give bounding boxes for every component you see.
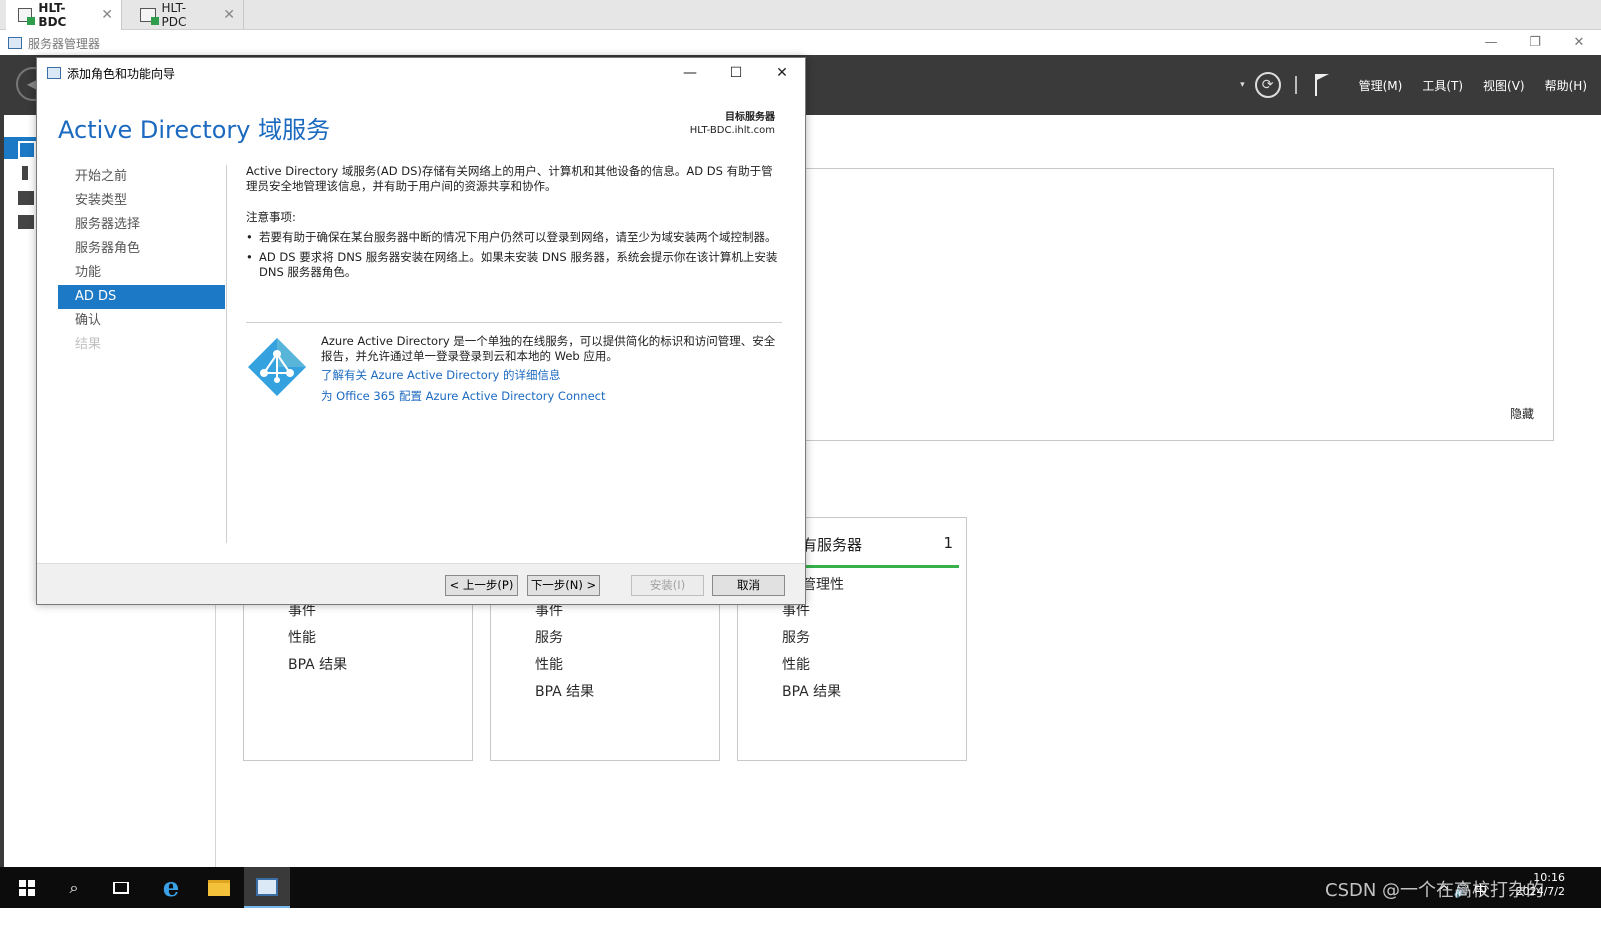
azure-ad-section: Azure Active Directory 是一个单独的在线服务，可以提供简化… (321, 334, 783, 404)
server-manager-icon (256, 877, 278, 896)
learn-azure-ad-link[interactable]: 了解有关 Azure Active Directory 的详细信息 (321, 368, 783, 383)
install-button: 安装(I) (631, 575, 704, 596)
add-roles-wizard-dialog: 添加角色和功能向导 — ☐ ✕ Active Directory 域服务 目标服… (36, 57, 806, 605)
wizard-title: 添加角色和功能向导 (67, 66, 176, 81)
step-installation-type[interactable]: 安装类型 (58, 189, 225, 213)
task-view-button[interactable] (98, 867, 144, 908)
wizard-window-controls: — ☐ ✕ (667, 58, 805, 88)
bottom-margin (0, 908, 1601, 928)
step-before-you-begin[interactable]: 开始之前 (58, 165, 225, 189)
step-features[interactable]: 功能 (58, 261, 225, 285)
window-controls: — ❐ ✕ (1469, 31, 1601, 55)
vm-console-icon (140, 8, 158, 25)
tile-item[interactable]: 性能 (782, 654, 841, 681)
target-server: 目标服务器 HLT-BDC.ihlt.com (690, 111, 775, 137)
start-button[interactable] (4, 867, 50, 908)
wizard-maximize-button[interactable]: ☐ (713, 58, 759, 88)
note-text: AD DS 要求将 DNS 服务器安装在网络上。如果未安装 DNS 服务器，系统… (259, 250, 778, 279)
menu-help[interactable]: 帮助(H) (1545, 77, 1587, 94)
watermark: CSDN @一个在高校打杂的 (1325, 880, 1545, 901)
window-title: 服务器管理器 (28, 36, 101, 51)
tile-item[interactable]: BPA 结果 (535, 681, 594, 708)
step-results: 结果 (75, 337, 102, 352)
tab-close-icon[interactable]: ✕ (101, 7, 113, 23)
task-view-icon (113, 881, 129, 894)
note-item: • 若要有助于确保在某台服务器中断的情况下用户仍然可以登录到网络，请至少为域安装… (246, 230, 777, 244)
notes-title: 注意事项: (246, 210, 296, 224)
wizard-page-heading: Active Directory 域服务 (58, 116, 331, 144)
restore-button[interactable]: ❐ (1513, 31, 1557, 55)
note-text: 若要有助于确保在某台服务器中断的情况下用户仍然可以登录到网络，请至少为域安装两个… (259, 230, 777, 244)
search-button[interactable]: ⌕ (51, 867, 97, 908)
menu-manage[interactable]: 管理(M) (1359, 77, 1403, 94)
vm-tab-hlt-pdc[interactable]: HLT-PDC ✕ (128, 0, 244, 30)
step-confirmation[interactable]: 确认 (58, 309, 225, 333)
server-manager-taskbar-button[interactable] (244, 867, 290, 908)
tile-item[interactable]: BPA 结果 (782, 681, 841, 708)
local-server-nav-icon[interactable] (22, 166, 28, 180)
tile-count: 1 (943, 534, 953, 552)
all-servers-nav-icon[interactable] (18, 191, 34, 205)
file-storage-nav-icon[interactable] (18, 215, 34, 229)
search-icon: ⌕ (69, 877, 79, 897)
dashboard-nav-icon[interactable] (4, 137, 38, 159)
vm-tab-hlt-bdc[interactable]: HLT-BDC ✕ (6, 0, 122, 30)
minimize-button[interactable]: — (1469, 31, 1513, 55)
tile-item[interactable]: 性能 (535, 654, 594, 681)
wizard-titlebar: 添加角色和功能向导 — ☐ ✕ (37, 58, 805, 88)
previous-button[interactable]: < 上一步(P) (445, 575, 518, 596)
wizard-close-button[interactable]: ✕ (759, 58, 805, 88)
tile-item[interactable]: 服务 (535, 627, 594, 654)
step-server-roles[interactable]: 服务器角色 (58, 237, 225, 261)
wizard-steps: 开始之前 安装类型 服务器选择 服务器角色 功能 AD DS 确认 结果 (58, 165, 225, 357)
notifications-flag-icon[interactable] (1314, 74, 1329, 96)
tile-item[interactable]: 服务 (782, 627, 841, 654)
refresh-icon[interactable]: ⟳ (1254, 72, 1281, 98)
tile-item[interactable]: BPA 结果 (288, 654, 347, 681)
next-button[interactable]: 下一步(N) > (527, 575, 600, 596)
configure-azure-ad-connect-link[interactable]: 为 Office 365 配置 Azure Active Directory C… (321, 389, 783, 404)
vm-tab-strip: HLT-BDC ✕ HLT-PDC ✕ (0, 0, 1601, 30)
internet-explorer-button[interactable]: e (148, 867, 194, 908)
windows-logo-icon (19, 879, 35, 896)
tile-item[interactable]: 性能 (288, 627, 347, 654)
vm-tab-label: HLT-BDC (38, 1, 67, 29)
history-dropdown-icon[interactable]: ▾ (1240, 80, 1245, 90)
note-item: • AD DS 要求将 DNS 服务器安装在网络上。如果未安装 DNS 服务器，… (246, 250, 782, 280)
vm-console-icon (18, 8, 36, 25)
welcome-panel (805, 168, 1554, 441)
target-server-label: 目标服务器 (725, 112, 775, 123)
menu-view[interactable]: 视图(V) (1483, 77, 1525, 94)
tab-close-icon[interactable]: ✕ (223, 7, 235, 23)
toolbar-separator (1294, 76, 1297, 94)
file-explorer-button[interactable] (196, 867, 242, 908)
hide-link[interactable]: 隐藏 (1510, 405, 1534, 422)
wizard-minimize-button[interactable]: — (667, 58, 713, 88)
tile-item[interactable]: 管理性 (802, 574, 844, 594)
menu-tools[interactable]: 工具(T) (1422, 77, 1463, 94)
cancel-button[interactable]: 取消 (712, 575, 785, 596)
close-button[interactable]: ✕ (1557, 31, 1601, 55)
azure-ad-description: Azure Active Directory 是一个单独的在线服务，可以提供简化… (321, 334, 776, 363)
content-divider (246, 322, 782, 323)
step-server-selection[interactable]: 服务器选择 (58, 213, 225, 237)
toolbar-menus: ▾ ⟳ 管理(M) 工具(T) 视图(V) 帮助(H) (1240, 55, 1601, 115)
wizard-content: Active Directory 域服务(AD DS)存储有关网络上的用户、计算… (246, 164, 782, 285)
wizard-icon (47, 67, 61, 79)
server-manager-titlebar: 服务器管理器 — ❐ ✕ (0, 31, 1601, 55)
internet-explorer-icon: e (162, 872, 180, 903)
target-server-value: HLT-BDC.ihlt.com (689, 125, 775, 136)
azure-active-directory-icon (248, 338, 306, 396)
steps-divider (226, 165, 227, 543)
tile-title: 有服务器 (802, 536, 863, 554)
vm-tab-label: HLT-PDC (161, 1, 187, 29)
folder-icon (208, 879, 230, 896)
step-ad-ds[interactable]: AD DS (58, 285, 225, 309)
ad-ds-description: Active Directory 域服务(AD DS)存储有关网络上的用户、计算… (246, 164, 773, 193)
wizard-button-bar: < 上一步(P) 下一步(N) > 安装(I) 取消 (37, 563, 805, 604)
server-manager-icon (8, 37, 22, 49)
